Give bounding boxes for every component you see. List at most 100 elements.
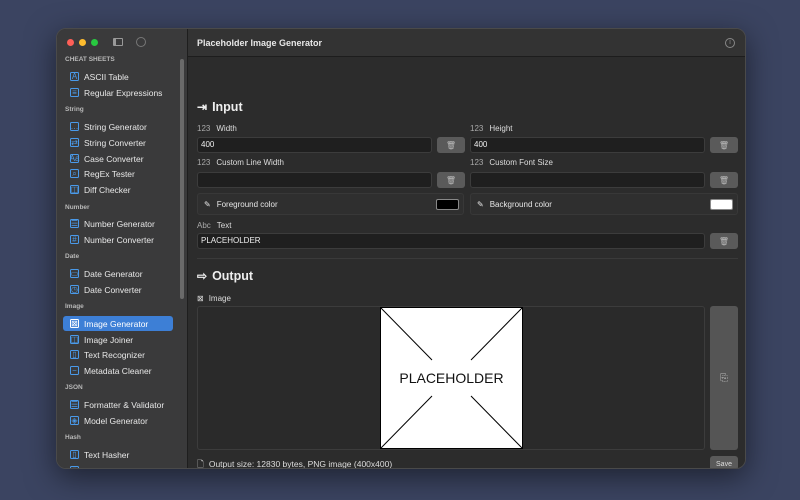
tool-icon: ◫ [70, 185, 79, 194]
sidebar-item[interactable]: … String Generator [63, 119, 173, 134]
sidebar-item-label: Image Generator [84, 318, 149, 329]
close-button[interactable] [67, 39, 74, 46]
sidebar-toggle-icon[interactable] [113, 38, 123, 46]
trash-icon: 🗑 [718, 175, 730, 185]
clear-width-button[interactable]: 🗑 [437, 137, 465, 153]
sidebar-item-label: Metadata Cleaner [84, 365, 152, 376]
tool-icon: # [70, 235, 79, 244]
sidebar-item[interactable]: ⌕ RegEx Tester [63, 166, 173, 181]
sidebar-item[interactable]: − Metadata Cleaner [63, 363, 173, 378]
sidebar-item[interactable]: ◫ Image Joiner [63, 332, 173, 347]
foreground-color-well[interactable] [436, 199, 459, 210]
output-size-text: Output size: 12830 bytes, PNG image (400… [208, 459, 393, 469]
foreground-color-row: ✎ Foreground color [197, 193, 464, 215]
tool-icon: ◫ [70, 335, 79, 344]
trash-icon: 🗑 [718, 140, 730, 150]
sidebar-item[interactable]: ◈ Model Generator [63, 413, 173, 428]
eyedropper-icon[interactable]: ✎ [204, 200, 211, 209]
tool-icon: … [70, 122, 79, 131]
sidebar-item-label: Text Hasher [84, 449, 130, 460]
sidebar-item-label: Diff Checker [84, 184, 131, 195]
window-title: Placeholder Image Generator [197, 38, 323, 48]
sidebar-item[interactable]: ▯ Text Hasher [63, 447, 173, 462]
save-button[interactable]: Save [710, 456, 738, 468]
sidebar-section-header: String [65, 106, 84, 113]
clear-height-button[interactable]: 🗑 [710, 137, 738, 153]
sidebar-item-label: Date Converter [84, 284, 142, 295]
background-color-well[interactable] [710, 199, 733, 210]
clear-font-size-button[interactable]: 🗑 [710, 172, 738, 188]
sidebar-section-header: Image [65, 303, 84, 310]
sidebar-item-label: Number Converter [84, 234, 154, 245]
divider [197, 258, 738, 259]
sidebar-item-label: Regular Expressions [84, 87, 163, 98]
number-icon: 123 [470, 124, 484, 133]
tool-icon: ☰ [70, 400, 79, 409]
height-label: Height [489, 124, 513, 133]
trash-icon: 🗑 [445, 140, 457, 150]
clear-text-button[interactable]: 🗑 [710, 233, 738, 249]
sidebar-section-header: JSON [65, 384, 83, 391]
font-size-input[interactable] [470, 172, 705, 188]
main-content: ⇥ Input 123 Width 400 🗑 123 Height 400 🗑 12… [188, 57, 745, 468]
eyedropper-icon[interactable]: ✎ [477, 200, 484, 209]
zoom-button[interactable] [91, 39, 98, 46]
sidebar-item[interactable]: ☰ Number Generator [63, 216, 173, 231]
background-color-row: ✎ Background color [470, 193, 738, 215]
copy-button[interactable]: ⎘ [710, 306, 738, 450]
line-width-label: Custom Line Width [216, 158, 284, 167]
minimize-button[interactable] [79, 39, 86, 46]
text-input[interactable]: PLACEHOLDER [197, 233, 705, 249]
history-icon[interactable] [136, 37, 146, 47]
sidebar-item[interactable]: ◷ Date Converter [63, 282, 173, 297]
sidebar-item-label: Image Joiner [84, 334, 134, 345]
sidebar-item-label: ASCII Table [84, 71, 129, 82]
tool-icon: ◈ [70, 416, 79, 425]
trash-icon: 🗑 [718, 236, 730, 246]
text-type-icon: Abc [197, 221, 211, 230]
line-width-input[interactable] [197, 172, 432, 188]
tool-icon: ▯ [70, 466, 79, 468]
image-icon: ⊠ [197, 294, 204, 303]
sidebar-item[interactable]: A ASCII Table [63, 69, 173, 84]
info-icon[interactable]: i [725, 38, 735, 48]
sidebar-scrollbar[interactable] [180, 59, 184, 299]
sidebar-item[interactable]: ◫ Diff Checker [63, 182, 173, 197]
tool-icon: ⌕ [70, 169, 79, 178]
output-icon: ⇨ [197, 269, 208, 283]
sidebar-item-label: String Converter [84, 137, 146, 148]
sidebar-section-header: CHEAT SHEETS [65, 56, 115, 63]
tool-icon: ▯ [70, 350, 79, 359]
sidebar-item-label: Case Converter [84, 153, 144, 164]
width-input[interactable]: 400 [197, 137, 432, 153]
sidebar-item-label: RegEx Tester [84, 168, 135, 179]
file-icon: 🗋 [197, 459, 204, 469]
sidebar-item[interactable]: ⊠ Image Generator [63, 316, 173, 331]
tool-icon: ▭ [70, 269, 79, 278]
sidebar-item[interactable]: ▭ Date Generator [63, 266, 173, 281]
height-input[interactable]: 400 [470, 137, 705, 153]
tool-icon: ≡ [70, 88, 79, 97]
clear-line-width-button[interactable]: 🗑 [437, 172, 465, 188]
placeholder-image: PLACEHOLDER [380, 307, 523, 449]
sidebar-item-label: Model Generator [84, 415, 148, 426]
sidebar-item-label: Date Generator [84, 268, 143, 279]
sidebar-item[interactable]: ⇄ String Converter [63, 135, 173, 150]
sidebar-item[interactable]: ▯ File Hasher [63, 463, 173, 468]
number-icon: 123 [197, 158, 211, 167]
sidebar-item-label: String Generator [84, 121, 147, 132]
sidebar-item[interactable]: # Number Converter [63, 232, 173, 247]
sidebar-item[interactable]: ▯ Text Recognizer [63, 347, 173, 362]
copy-icon: ⎘ [720, 372, 728, 384]
image-preview-area: PLACEHOLDER [197, 306, 705, 450]
input-icon: ⇥ [197, 100, 208, 114]
tool-icon: Aa [69, 154, 80, 163]
image-text: PLACEHOLDER [399, 370, 504, 386]
sidebar-item[interactable]: ≡ Regular Expressions [63, 85, 173, 100]
sidebar-item[interactable]: Aa Case Converter [63, 151, 173, 166]
tool-icon: ▯ [70, 450, 79, 459]
number-icon: 123 [197, 124, 211, 133]
sidebar-section-header: Number [65, 204, 90, 211]
tool-icon: ⇄ [70, 138, 79, 147]
sidebar-item[interactable]: ☰ Formatter & Validator [63, 397, 173, 412]
